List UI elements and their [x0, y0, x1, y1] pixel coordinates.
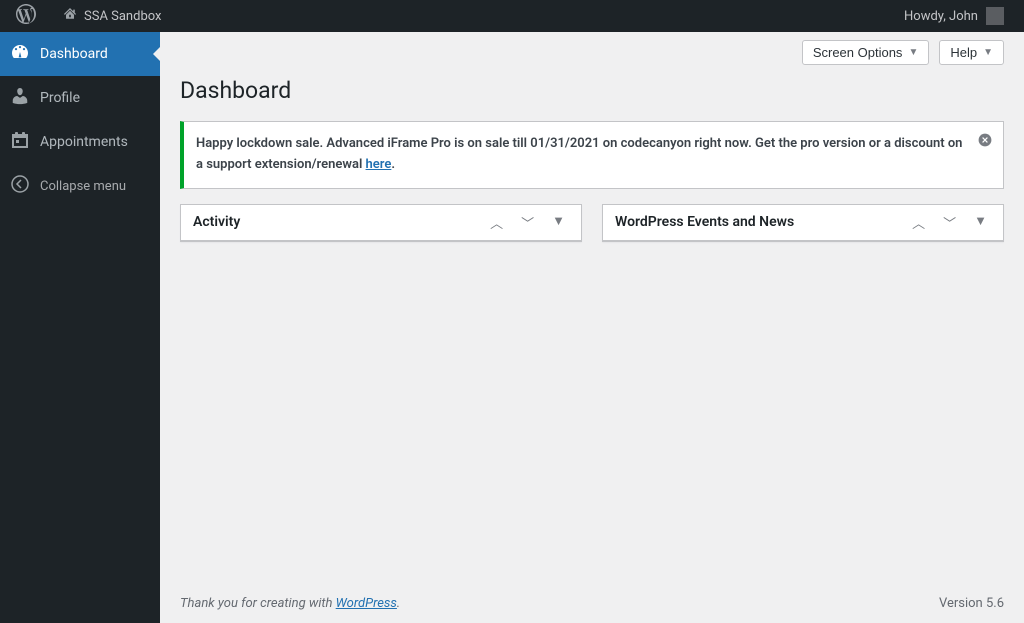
- wordpress-logo-icon: [16, 4, 36, 28]
- footer-suffix: .: [397, 596, 400, 611]
- notice-text: Happy lockdown sale. Advanced iFrame Pro…: [196, 134, 963, 176]
- footer-version: Version 5.6: [939, 596, 1004, 611]
- content-area: Screen Options ▼ Help ▼ Dashboard Happy …: [160, 32, 1024, 623]
- widget-title: Activity: [193, 214, 240, 230]
- notice-text-before: Happy lockdown sale. Advanced iFrame Pro…: [196, 136, 962, 172]
- admin-sidebar: Dashboard Profile Appointments Collapse …: [0, 32, 160, 623]
- caret-down-icon: ▼: [552, 214, 565, 229]
- chevron-up-icon: ︿: [912, 217, 925, 232]
- calendar-icon: [10, 130, 40, 154]
- widget-controls: ︿ ﹀ ▼: [486, 213, 569, 232]
- screen-options-button[interactable]: Screen Options ▼: [802, 40, 930, 65]
- sidebar-item-label: Appointments: [40, 134, 128, 150]
- admin-bar-right: Howdy, John: [888, 7, 1024, 25]
- widget-move-down[interactable]: ﹀: [517, 213, 538, 232]
- notice-text-after: .: [391, 157, 395, 172]
- caret-down-icon: ▼: [983, 47, 993, 58]
- footer-wordpress-link[interactable]: WordPress: [336, 596, 397, 611]
- top-controls: Screen Options ▼ Help ▼: [160, 32, 1024, 65]
- sidebar-item-label: Dashboard: [40, 46, 108, 62]
- caret-down-icon: ▼: [908, 47, 918, 58]
- sidebar-item-appointments[interactable]: Appointments: [0, 120, 160, 164]
- widget-move-down[interactable]: ﹀: [939, 213, 960, 232]
- person-icon: [10, 86, 40, 110]
- widget-toggle[interactable]: ▼: [548, 213, 569, 232]
- notice-dismiss-button[interactable]: [975, 132, 995, 152]
- user-greeting: Howdy, John: [904, 9, 978, 24]
- sidebar-item-label: Profile: [40, 90, 80, 106]
- caret-down-icon: ▼: [974, 214, 987, 229]
- help-button[interactable]: Help ▼: [939, 40, 1004, 65]
- widget-wp-events-news: WordPress Events and News ︿ ﹀ ▼: [602, 204, 1004, 242]
- widget-controls: ︿ ﹀ ▼: [908, 213, 991, 232]
- chevron-down-icon: ﹀: [521, 217, 534, 232]
- footer-prefix: Thank you for creating with: [180, 596, 336, 611]
- widget-toggle[interactable]: ▼: [970, 213, 991, 232]
- collapse-menu[interactable]: Collapse menu: [0, 164, 160, 208]
- widget-move-up[interactable]: ︿: [486, 213, 507, 232]
- widget-title: WordPress Events and News: [615, 214, 794, 230]
- notice-link[interactable]: here: [366, 157, 392, 172]
- widget-activity: Activity ︿ ﹀ ▼: [180, 204, 582, 242]
- footer-thankyou: Thank you for creating with WordPress.: [180, 596, 400, 611]
- widgets-row: Activity ︿ ﹀ ▼ W: [180, 204, 1004, 242]
- wordpress-logo-menu[interactable]: [0, 0, 46, 32]
- admin-bar-left: SSA Sandbox: [0, 0, 171, 32]
- site-name: SSA Sandbox: [84, 9, 161, 24]
- close-icon: [977, 132, 993, 152]
- content-inner: Dashboard Happy lockdown sale. Advanced …: [160, 65, 1024, 616]
- sidebar-item-dashboard[interactable]: Dashboard: [0, 32, 160, 76]
- page-title: Dashboard: [180, 65, 1004, 116]
- home-icon: [62, 6, 78, 26]
- help-label: Help: [950, 45, 977, 60]
- avatar: [986, 7, 1004, 25]
- chevron-up-icon: ︿: [490, 217, 503, 232]
- widget-move-up[interactable]: ︿: [908, 213, 929, 232]
- sidebar-item-profile[interactable]: Profile: [0, 76, 160, 120]
- widget-header: WordPress Events and News ︿ ﹀ ▼: [603, 205, 1003, 241]
- widget-header: Activity ︿ ﹀ ▼: [181, 205, 581, 241]
- collapse-label: Collapse menu: [40, 179, 126, 194]
- admin-notice: Happy lockdown sale. Advanced iFrame Pro…: [180, 121, 1004, 189]
- site-home-link[interactable]: SSA Sandbox: [46, 0, 171, 32]
- admin-footer: Thank you for creating with WordPress. V…: [160, 584, 1024, 623]
- chevron-down-icon: ﹀: [943, 217, 956, 232]
- user-account-menu[interactable]: Howdy, John: [888, 7, 1014, 25]
- dashboard-icon: [10, 42, 40, 66]
- admin-bar: SSA Sandbox Howdy, John: [0, 0, 1024, 32]
- collapse-icon: [10, 174, 40, 198]
- screen-options-label: Screen Options: [813, 45, 903, 60]
